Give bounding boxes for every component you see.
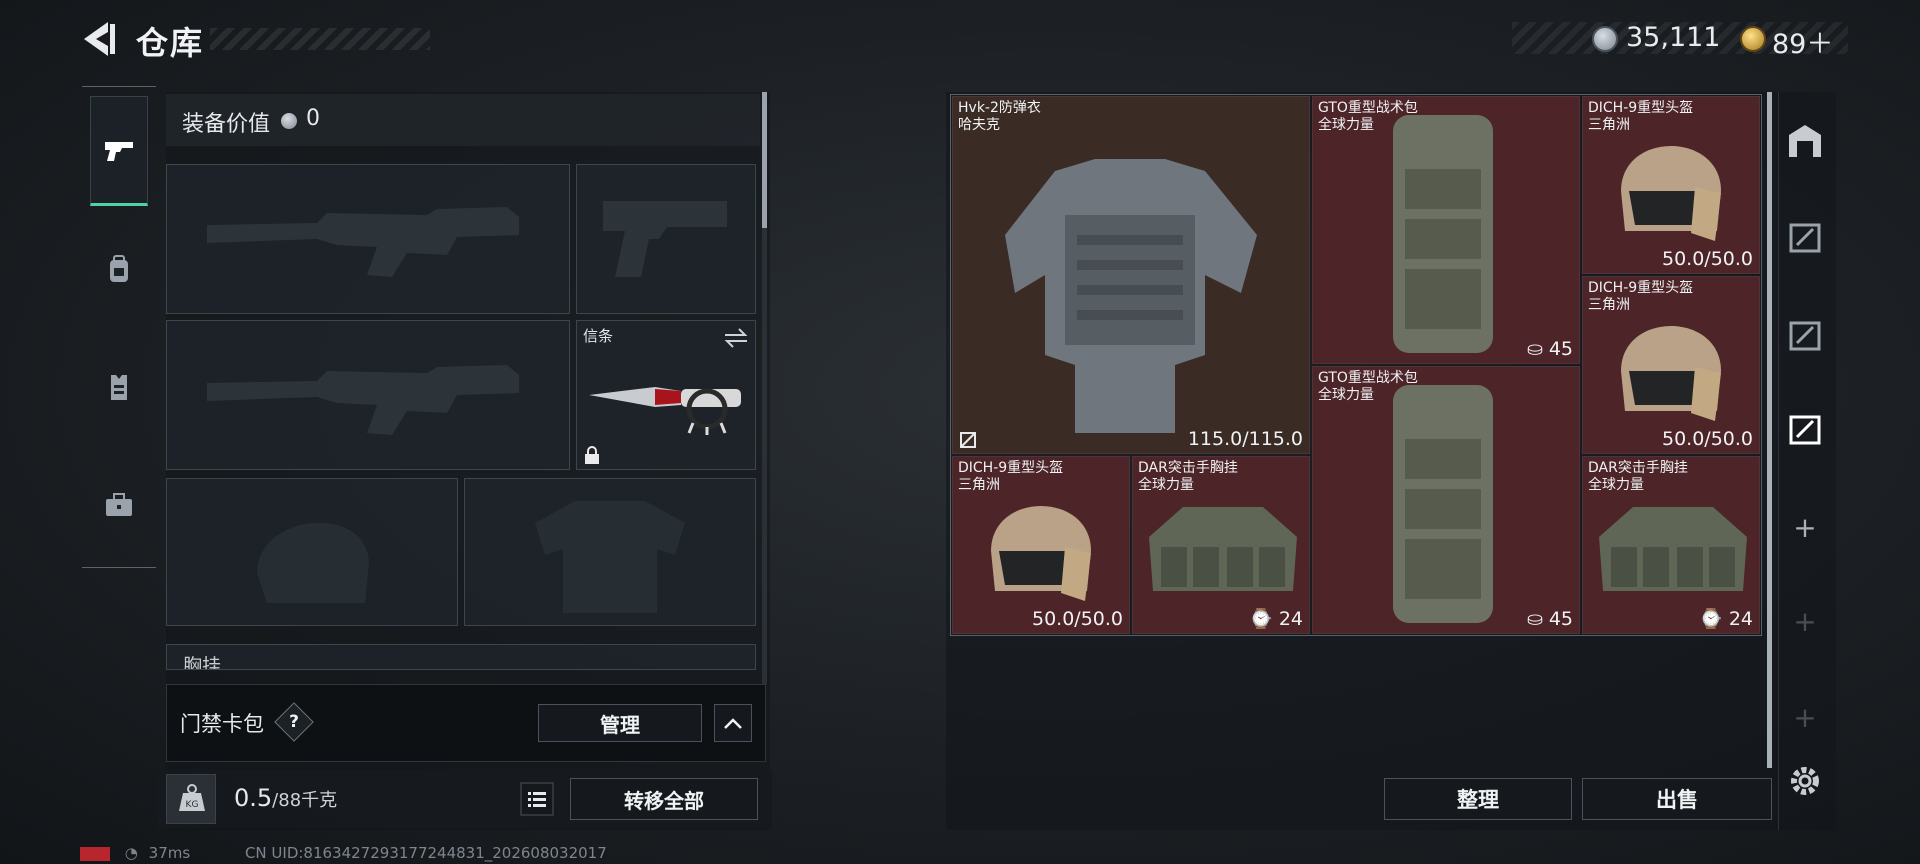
melee-slot[interactable]: 信条 xyxy=(576,320,756,470)
rifle-silhouette-icon xyxy=(207,365,519,435)
chevron-up-icon xyxy=(724,718,742,729)
collapse-button[interactable] xyxy=(714,704,752,742)
item-gto-backpack[interactable]: GTO重型战术包 全球力量 ⛀ 45 xyxy=(1312,96,1580,364)
storage-box-icon xyxy=(1789,415,1821,445)
melee-slot-label: 信条 xyxy=(583,327,614,345)
pistol-icon xyxy=(105,142,133,161)
body-armor-icon xyxy=(1005,159,1257,433)
armor-silhouette-icon xyxy=(535,501,685,613)
coin-icon xyxy=(1592,26,1618,52)
storage-box-icon xyxy=(1789,223,1821,253)
list-view-button[interactable] xyxy=(520,782,554,816)
add-storage-button-disabled: + xyxy=(1793,604,1817,638)
item-capacity: ⛀ 45 xyxy=(1526,608,1573,630)
storage-box-icon xyxy=(1789,321,1821,351)
chest-rig-icon xyxy=(1149,507,1297,591)
item-helmet[interactable]: DICH-9重型头盔 三角洲 50.0/50.0 xyxy=(1582,96,1760,274)
page-title: 仓库 xyxy=(136,24,205,62)
knife-icon xyxy=(589,387,741,435)
help-icon[interactable]: ? xyxy=(280,708,308,736)
equip-value-label: 装备价值 xyxy=(182,112,271,137)
backpack-icon xyxy=(1393,385,1493,623)
secondary-weapon-slot[interactable] xyxy=(166,320,570,470)
pistol-silhouette-icon xyxy=(603,201,727,277)
item-chest-rig[interactable]: DAR突击手胸挂 全球力量 ⌚ 24 xyxy=(1582,456,1760,634)
add-storage-button-disabled: + xyxy=(1793,700,1817,734)
gold-balance[interactable]: 89＋ xyxy=(1772,22,1833,61)
nav-tab-case[interactable] xyxy=(90,450,148,560)
ping-readout: 37ms xyxy=(148,844,191,862)
armor-slot[interactable] xyxy=(464,478,756,626)
wifi-icon: ◔ xyxy=(124,844,138,862)
pistol-slot[interactable] xyxy=(576,164,756,314)
item-chest-rig[interactable]: DAR突击手胸挂 全球力量 ⌚ 24 xyxy=(1132,456,1310,634)
storage-tab-main[interactable] xyxy=(1780,116,1830,166)
helmet-slot[interactable] xyxy=(166,478,458,626)
equip-value: 0 xyxy=(306,106,320,131)
item-body-armor[interactable]: Hvk-2防弹衣 哈夫克 115.0/115.0 xyxy=(952,96,1310,454)
vest-icon xyxy=(111,375,127,400)
briefcase-icon xyxy=(106,493,132,516)
storage-tab-3[interactable] xyxy=(1780,310,1830,360)
lock-icon xyxy=(585,446,599,464)
loadout-scroll-thumb[interactable] xyxy=(762,92,767,228)
chest-rig-icon xyxy=(1599,507,1747,591)
nav-tab-weapons[interactable] xyxy=(90,96,148,206)
uid-readout: CN UID:8163427293177244831_202608032017 xyxy=(244,844,607,862)
weight-readout: 0.5/88千克 xyxy=(234,784,338,812)
title-decoration xyxy=(210,28,430,50)
back-button[interactable] xyxy=(78,18,118,60)
item-durability: 115.0/115.0 xyxy=(1187,428,1303,450)
settings-button[interactable] xyxy=(1780,756,1830,806)
nav-tab-vest[interactable] xyxy=(90,332,148,442)
kg-weight-icon: KG xyxy=(166,774,216,824)
item-name: DAR突击手胸挂 全球力量 xyxy=(1588,460,1688,493)
backpack-icon xyxy=(110,255,128,282)
item-durability: 50.0/50.0 xyxy=(1031,608,1123,630)
sort-button[interactable]: 整理 xyxy=(1384,778,1572,820)
storage-scroll-thumb[interactable] xyxy=(1767,92,1772,768)
back-arrow-icon xyxy=(84,22,115,56)
item-capacity: ⌚ 24 xyxy=(1249,608,1303,630)
status-line: ◔ 37ms CN UID:8163427293177244831_202608… xyxy=(80,844,607,862)
item-durability: 50.0/50.0 xyxy=(1661,428,1753,450)
transfer-all-button[interactable]: 转移全部 xyxy=(570,778,758,820)
item-capacity: ⛀ 45 xyxy=(1526,338,1573,360)
helmet-icon xyxy=(1621,146,1721,241)
add-gold-button[interactable]: ＋ xyxy=(1806,29,1833,60)
silver-balance: 35,111 xyxy=(1626,22,1721,53)
chest-rig-slot[interactable]: 胸挂 xyxy=(166,644,756,670)
storage-tab-4[interactable] xyxy=(1780,212,1830,262)
battery-icon xyxy=(80,846,110,861)
nav-tab-backpack[interactable] xyxy=(90,214,148,324)
item-capacity: ⌚ 24 xyxy=(1699,608,1753,630)
no-insure-icon xyxy=(960,432,976,448)
storage-tab-2-active[interactable] xyxy=(1780,404,1830,454)
primary-weapon-slot[interactable] xyxy=(166,164,570,314)
swap-icon[interactable] xyxy=(723,327,749,349)
item-gto-backpack[interactable]: GTO重型战术包 全球力量 ⛀ 45 xyxy=(1312,366,1580,634)
item-helmet[interactable]: DICH-9重型头盔 三角洲 50.0/50.0 xyxy=(1582,276,1760,454)
gold-coin-icon xyxy=(1740,26,1766,52)
sell-button[interactable]: 出售 xyxy=(1582,778,1772,820)
warehouse-icon xyxy=(1789,125,1821,157)
rifle-silhouette-icon xyxy=(207,207,519,277)
item-name: DAR突击手胸挂 全球力量 xyxy=(1138,460,1238,493)
svg-text:KG: KG xyxy=(186,800,199,810)
backpack-icon xyxy=(1393,115,1493,353)
coin-icon xyxy=(281,113,297,129)
item-durability: 50.0/50.0 xyxy=(1661,248,1753,270)
list-icon xyxy=(520,782,554,816)
helmet-icon xyxy=(991,506,1091,601)
item-helmet[interactable]: DICH-9重型头盔 三角洲 50.0/50.0 xyxy=(952,456,1130,634)
manage-button[interactable]: 管理 xyxy=(538,704,702,742)
keycard-bag-label: 门禁卡包 xyxy=(180,712,264,736)
add-storage-button[interactable]: + xyxy=(1780,502,1830,552)
helmet-icon xyxy=(1621,326,1721,421)
helmet-silhouette-icon xyxy=(257,522,369,603)
settings-icon xyxy=(1791,767,1819,795)
